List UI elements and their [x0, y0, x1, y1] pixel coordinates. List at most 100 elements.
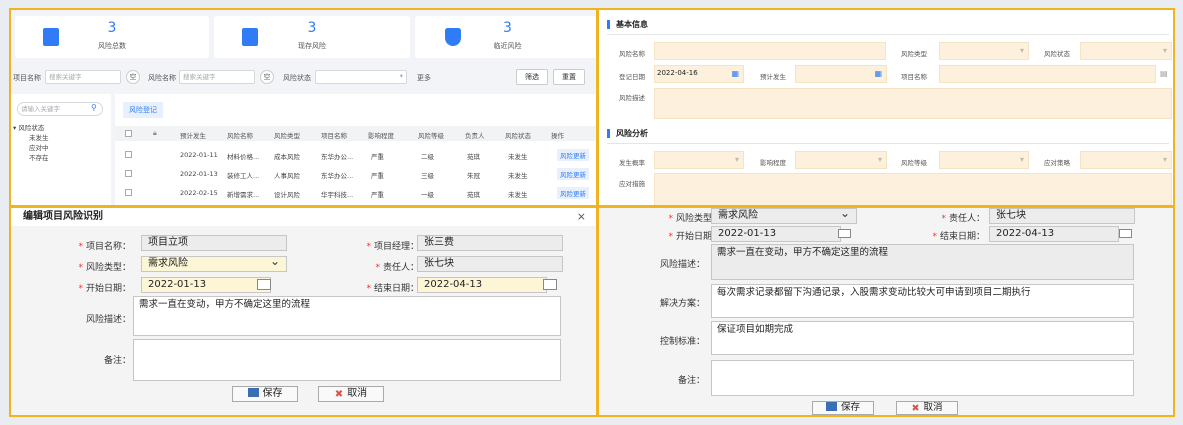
note-textarea[interactable] [711, 360, 1134, 396]
calendar-icon[interactable] [257, 279, 271, 290]
dialog-titlebar: 编辑项目风险识别 [11, 208, 596, 226]
level-label: 风险等级 [901, 159, 927, 167]
dialog-title: 编辑项目风险识别 [23, 211, 103, 222]
start-date-field[interactable]: 2022-01-13 [141, 277, 271, 293]
cell: 未发生 [508, 191, 528, 199]
risk-list-panel: 3 风险总数 3 现存风险 3 临近风险 项目名称 搜索关键字 空 风险名称 搜… [9, 8, 598, 207]
save-icon [247, 388, 259, 397]
clear-risk-button[interactable]: 空 [260, 70, 274, 84]
solution-textarea[interactable]: 每次需求记录都留下沟通记录，入股需求变动比较大可申请到项目二期执行 [711, 284, 1134, 318]
project-label: 项目名称 [901, 73, 927, 81]
project-field[interactable] [939, 65, 1156, 83]
tree-item-responding[interactable]: 应对中 [29, 142, 49, 152]
section-title-analysis: 风险分析 [607, 129, 648, 138]
risk-update-link[interactable]: 风险更新 [557, 168, 589, 180]
tab-risk-register[interactable]: 风险登记 [123, 102, 163, 118]
measures-field[interactable] [654, 173, 1172, 205]
stat-card-existing[interactable]: 3 现存风险 [214, 16, 410, 58]
cancel-button[interactable]: ✖ 取消 [318, 386, 384, 402]
select-all-checkbox[interactable] [125, 130, 132, 137]
risk-type-select[interactable]: 需求风险 [141, 256, 287, 272]
risk-search-input[interactable]: 搜索关键字 [179, 70, 255, 84]
risk-status-select[interactable] [1080, 42, 1172, 60]
section-title-basic: 基本信息 [607, 20, 648, 29]
tree-root[interactable]: ▾ 风险状态 [13, 122, 44, 132]
tree-item-not-exist[interactable]: 不存在 [29, 152, 49, 162]
reg-date-label: 登记日期 [619, 73, 645, 81]
stat-value: 3 [107, 20, 117, 36]
end-date-field[interactable]: 2022-04-13 [417, 277, 547, 293]
expected-date-field[interactable]: ▦ [795, 65, 887, 83]
control-label: 控制标准： [659, 337, 705, 347]
more-filters-toggle[interactable]: 更多 [417, 73, 431, 83]
close-icon[interactable]: ⨯ [577, 210, 586, 223]
control-textarea[interactable]: 保证项目如期完成 [711, 321, 1134, 355]
row-checkbox[interactable] [125, 151, 132, 158]
col-owner[interactable]: 负责人 [465, 130, 485, 140]
row-checkbox[interactable] [125, 189, 132, 196]
desc-field[interactable] [654, 88, 1172, 119]
project-filter-label: 项目名称 [13, 74, 41, 82]
cancel-button[interactable]: ✖ 取消 [896, 401, 958, 415]
tree-root-label: 风险状态 [18, 124, 45, 132]
tree-item-not-occurred[interactable]: 未发生 [29, 132, 49, 142]
reset-button[interactable]: 重置 [553, 69, 585, 85]
level-select[interactable] [939, 151, 1029, 169]
project-name-field[interactable]: 项目立项 [141, 235, 287, 251]
desc-label: 风险描述： [659, 260, 705, 270]
note-textarea[interactable] [133, 339, 561, 381]
calendar-icon[interactable] [1119, 229, 1132, 238]
stat-card-near[interactable]: 3 临近风险 [415, 16, 596, 58]
filter-bar: 项目名称 搜索关键字 空 风险名称 搜索关键字 空 风险状态 ▾ 更多 筛选 重… [11, 69, 596, 90]
end-date-label: 结束日期： [939, 232, 985, 242]
owner-label: 责任人： [948, 214, 985, 224]
stat-label: 现存风险 [298, 42, 326, 50]
risk-type-select[interactable]: 需求风险 [711, 208, 857, 224]
owner-field[interactable]: 张七块 [989, 208, 1135, 224]
clear-project-button[interactable]: 空 [126, 70, 140, 84]
row-checkbox[interactable] [125, 170, 132, 177]
start-date-field[interactable]: 2022-01-13 [711, 226, 841, 242]
strategy-select[interactable] [1080, 151, 1172, 169]
owner-label: 责任人： [382, 263, 419, 273]
owner-field[interactable]: 张七块 [417, 256, 563, 272]
col-expected[interactable]: 预计发生 [180, 130, 206, 140]
risk-name-field[interactable] [654, 42, 886, 60]
note-label: 备注： [103, 356, 131, 366]
col-risk-type[interactable]: 风险类型 [274, 130, 300, 140]
lock-icon: 🔒︎ [153, 129, 157, 137]
col-risk-name[interactable]: 风险名称 [227, 130, 253, 140]
end-date-label: 结束日期： [373, 284, 419, 294]
desc-textarea[interactable]: 需求一直在变动，甲方不确定这里的流程 [711, 244, 1134, 280]
col-status[interactable]: 风险状态 [505, 130, 531, 140]
calendar-icon[interactable] [543, 279, 557, 290]
manager-field[interactable]: 张三费 [417, 235, 563, 251]
calendar-icon[interactable] [838, 229, 851, 238]
save-button[interactable]: 保存 [232, 386, 298, 402]
cell: 人事风险 [274, 172, 300, 180]
col-impact[interactable]: 影响程度 [368, 130, 394, 140]
reg-date-field[interactable]: 2022-04-16 ▦ [654, 65, 744, 83]
calendar-icon[interactable]: ▦ [731, 69, 739, 78]
stat-card-total[interactable]: 3 风险总数 [15, 16, 209, 58]
col-level[interactable]: 风险等级 [418, 130, 444, 140]
risk-update-link[interactable]: 风险更新 [557, 149, 589, 161]
risk-update-link[interactable]: 风险更新 [557, 187, 589, 199]
status-select[interactable]: ▾ [315, 70, 407, 84]
probability-select[interactable] [654, 151, 744, 169]
project-search-input[interactable]: 搜索关键字 [45, 70, 121, 84]
calendar-icon[interactable]: ▦ [874, 69, 882, 78]
edit-risk-dialog-extended: *风险类型： 需求风险 *责任人： 张七块 *开始日期： 2022-01-13 … [597, 206, 1175, 417]
desc-textarea[interactable]: 需求一直在变动，甲方不确定这里的流程 [133, 296, 561, 336]
cell: 未发生 [508, 153, 528, 161]
risk-type-label: 风险类型 [901, 50, 927, 58]
impact-select[interactable] [795, 151, 887, 169]
risk-type-select[interactable] [939, 42, 1029, 60]
expected-label: 预计发生 [760, 73, 786, 81]
col-project[interactable]: 项目名称 [321, 130, 347, 140]
end-date-field[interactable]: 2022-04-13 [989, 226, 1119, 242]
search-icon[interactable]: ⚲ [91, 103, 97, 112]
save-button[interactable]: 保存 [812, 401, 874, 415]
filter-button[interactable]: 筛选 [516, 69, 548, 85]
lookup-icon[interactable]: ▤ [1160, 69, 1168, 78]
